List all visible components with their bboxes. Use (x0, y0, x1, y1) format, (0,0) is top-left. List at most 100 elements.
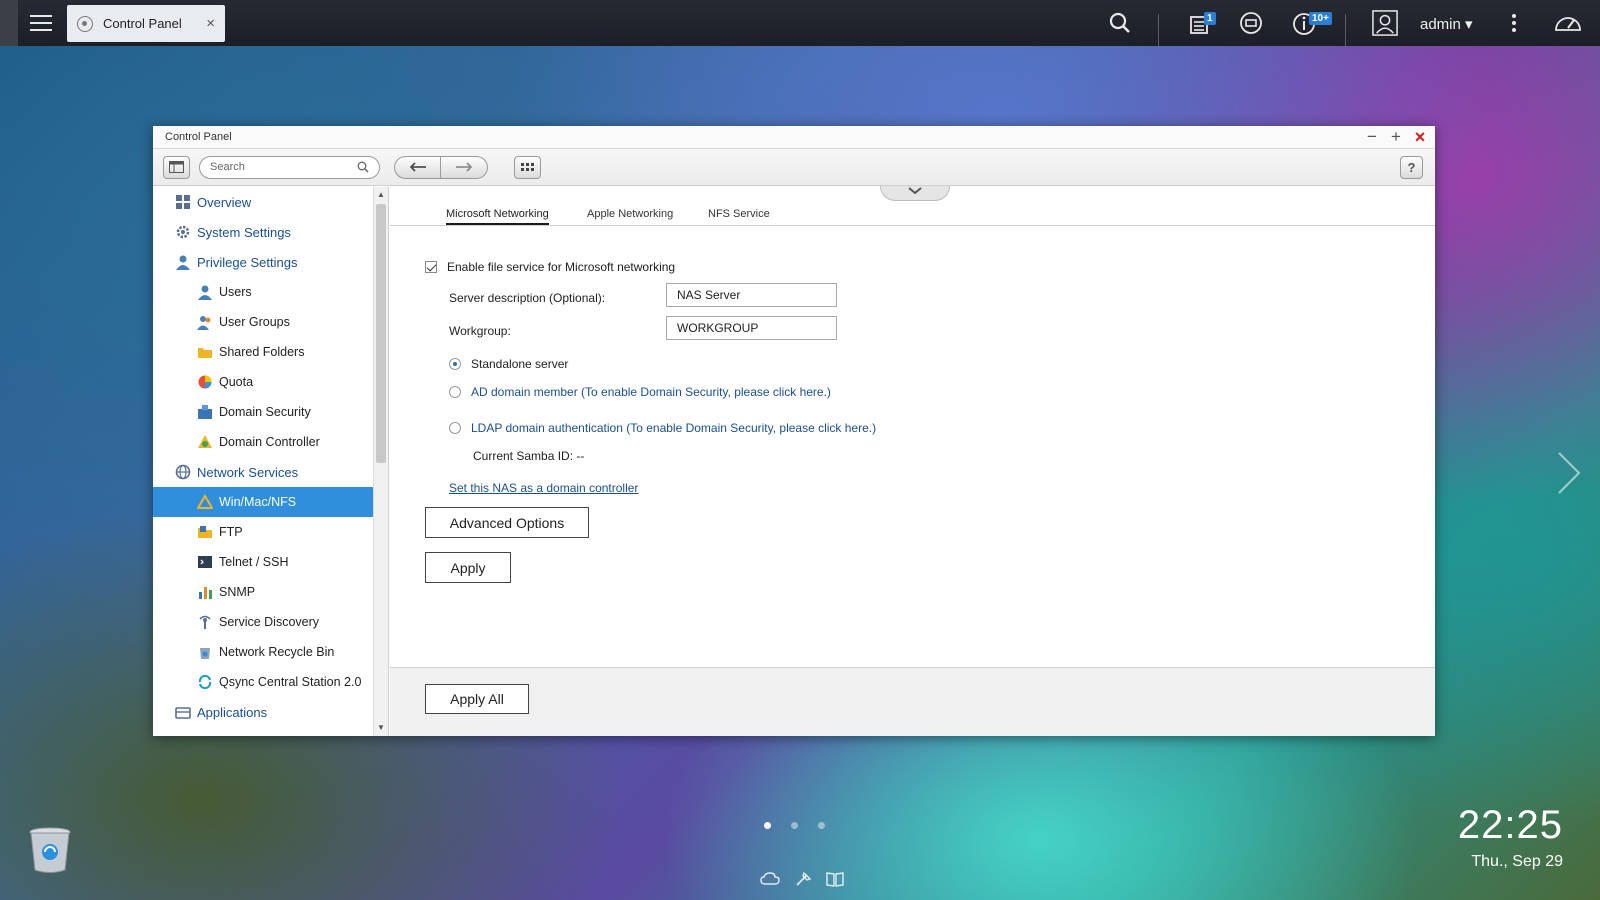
sidebar-item-domain-security[interactable]: Domain Security (153, 397, 374, 427)
antenna-icon (197, 614, 213, 630)
sidebar-item-snmp[interactable]: SNMP (153, 577, 374, 607)
sidebar-item-label: FTP (219, 525, 243, 539)
external-device-icon[interactable] (1238, 10, 1264, 36)
standalone-option[interactable]: Standalone server (449, 357, 568, 371)
enable-service-checkbox[interactable] (425, 261, 437, 273)
sidebar-scrollbar[interactable]: ▲ ▼ (373, 187, 388, 736)
footer-bar: Apply All (390, 667, 1435, 736)
tools-icon[interactable] (794, 871, 812, 887)
grid-icon (520, 162, 534, 171)
ad-domain-option[interactable]: AD domain member (To enable Domain Secur… (449, 385, 831, 399)
sync-icon (197, 674, 213, 690)
tab-apple-networking[interactable]: Apple Networking (587, 208, 673, 220)
taskbar-tab-control-panel[interactable]: Control Panel × (67, 5, 225, 42)
ad-domain-radio[interactable] (449, 386, 461, 398)
sidebar-item-ftp[interactable]: FTP (153, 517, 374, 547)
globe-icon (175, 464, 191, 480)
domain-controller-link[interactable]: Set this NAS as a domain controller (449, 481, 638, 495)
toggle-sidebar-button[interactable] (163, 155, 190, 179)
sidebar-item-service-discovery[interactable]: Service Discovery (153, 607, 374, 637)
clock-date: Thu., Sep 29 (1471, 853, 1563, 870)
sidebar-item-quota[interactable]: Quota (153, 367, 374, 397)
back-button[interactable] (394, 155, 441, 179)
ldap-label[interactable]: LDAP domain authentication (To enable Do… (471, 421, 876, 435)
chevron-down-icon (908, 187, 922, 195)
server-description-input[interactable] (666, 283, 837, 307)
winmac-icon (197, 494, 213, 510)
close-icon[interactable]: × (206, 15, 215, 32)
settings-form: Enable file service for Microsoft networ… (390, 227, 1435, 657)
sidebar-item-privilege-settings[interactable]: Privilege Settings (153, 247, 374, 277)
scroll-up-arrow[interactable]: ▲ (374, 187, 388, 203)
page-dot-3[interactable] (818, 822, 825, 829)
apps-icon (175, 704, 191, 720)
enable-service-row: Enable file service for Microsoft networ… (425, 260, 675, 274)
tab-microsoft-networking[interactable]: Microsoft Networking (446, 208, 549, 225)
search-icon[interactable] (1108, 10, 1132, 36)
scroll-down-arrow[interactable]: ▼ (374, 720, 388, 736)
top-taskbar: Control Panel × 1 10+ admin ▾ (0, 0, 1600, 46)
control-panel-window: Control Panel − + × Search ? Overview Sy… (153, 126, 1435, 736)
sidebar-item-telnet-ssh[interactable]: Telnet / SSH (153, 547, 374, 577)
sidebar-item-system-settings[interactable]: System Settings (153, 217, 374, 247)
apply-button[interactable]: Apply (425, 552, 511, 583)
maximize-button[interactable]: + (1389, 128, 1403, 145)
ldap-option[interactable]: LDAP domain authentication (To enable Do… (449, 421, 876, 435)
scrollbar-thumb[interactable] (376, 204, 386, 463)
page-dot-1[interactable] (764, 822, 771, 829)
sidebar-item-qsync-central-station-2-0[interactable]: Qsync Central Station 2.0 (153, 667, 374, 697)
arrow-left-icon (409, 162, 426, 172)
book-icon[interactable] (826, 871, 844, 887)
sidebar: Overview System Settings Privilege Setting… (153, 187, 389, 736)
help-button[interactable]: ? (1400, 156, 1423, 179)
search-input[interactable] (210, 161, 357, 173)
enable-service-label: Enable file service for Microsoft networ… (447, 260, 676, 274)
recycle-icon (197, 644, 213, 660)
user-menu[interactable]: admin ▾ (1420, 15, 1473, 33)
sidebar-item-network-services[interactable]: Network Services (153, 457, 374, 487)
ad-domain-label[interactable]: AD domain member (To enable Domain Secur… (471, 385, 831, 399)
apply-all-button[interactable]: Apply All (425, 684, 529, 714)
sidebar-item-users[interactable]: Users (153, 277, 374, 307)
sidebar-item-label: Network Services (197, 464, 299, 480)
window-titlebar[interactable]: Control Panel − + × (153, 126, 1435, 149)
sidebar-item-label: Service Discovery (219, 615, 320, 629)
minimize-button[interactable]: − (1365, 128, 1379, 145)
main-panel: Microsoft Networking Apple Networking NF… (390, 186, 1435, 736)
tab-bar: Microsoft Networking Apple Networking NF… (390, 204, 1435, 226)
sidebar-item-label: Privilege Settings (197, 254, 298, 270)
sidebar-item-network-recycle-bin[interactable]: Network Recycle Bin (153, 637, 374, 667)
avatar[interactable] (1371, 10, 1399, 36)
recycle-bin[interactable] (28, 826, 72, 874)
next-page-arrow[interactable] (1556, 450, 1582, 499)
trash-icon (29, 827, 71, 873)
sidebar-item-domain-controller[interactable]: Domain Controller (153, 427, 374, 457)
standalone-radio[interactable] (449, 358, 461, 370)
dashboard-icon[interactable] (1553, 10, 1583, 36)
cloud-icon[interactable] (760, 871, 780, 885)
sidebar-item-user-groups[interactable]: User Groups (153, 307, 374, 337)
sidebar-item-shared-folders[interactable]: Shared Folders (153, 337, 374, 367)
search-field[interactable] (199, 155, 380, 179)
gear-icon (77, 15, 93, 32)
sidebar-item-win-mac-nfs[interactable]: Win/Mac/NFS (153, 487, 374, 517)
ldap-radio[interactable] (449, 422, 461, 434)
app-grid-button[interactable] (514, 155, 541, 179)
forward-button[interactable] (441, 155, 488, 179)
page-dot-2[interactable] (791, 822, 798, 829)
search-icon[interactable] (357, 161, 369, 173)
sidebar-item-label: Domain Security (219, 405, 311, 419)
sidebar-item-label: System Settings (197, 224, 291, 240)
advanced-options-button[interactable]: Advanced Options (425, 507, 589, 538)
sidebar-item-overview[interactable]: Overview (153, 187, 374, 217)
tab-nfs-service[interactable]: NFS Service (708, 208, 770, 220)
main-menu-button[interactable] (26, 10, 56, 36)
workgroup-input[interactable] (666, 316, 837, 340)
close-window-button[interactable]: × (1413, 128, 1427, 146)
collapse-tab[interactable] (880, 186, 950, 201)
bar-chart-icon (197, 584, 213, 600)
more-options-icon[interactable] (1510, 10, 1518, 36)
sidebar-item-label: Shared Folders (219, 345, 305, 359)
sidebar-item-applications[interactable]: Applications (153, 697, 374, 727)
window-toolbar: ? (153, 149, 1435, 186)
